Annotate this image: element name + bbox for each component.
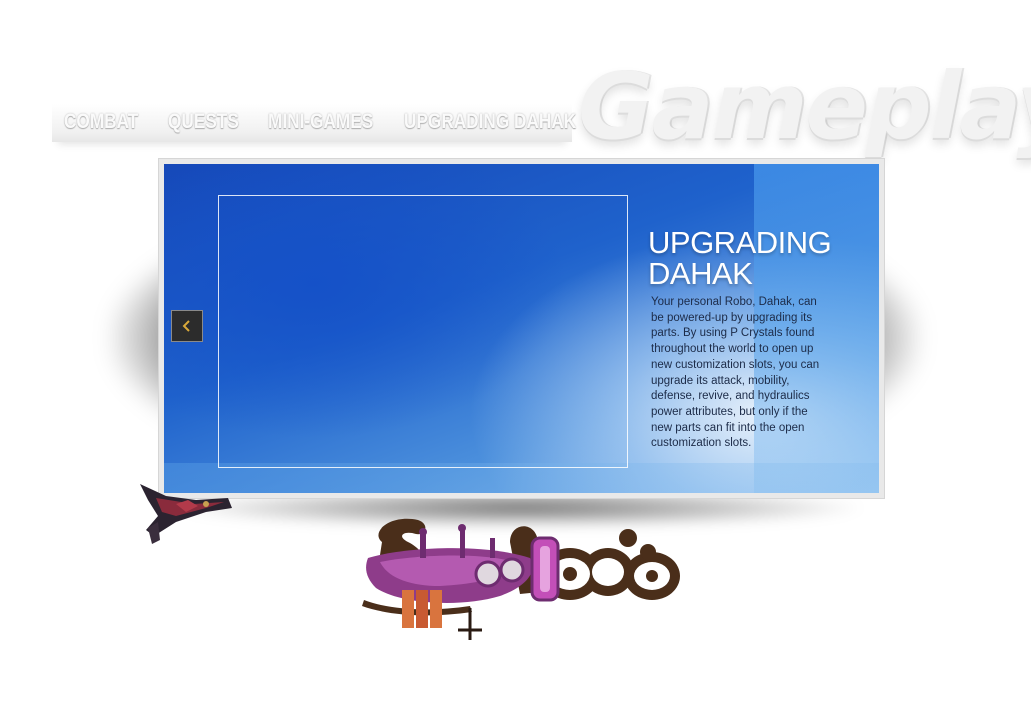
panel-content: UPGRADING DAHAK Your personal Robo, Daha… (648, 227, 848, 452)
chevron-left-icon (182, 320, 190, 332)
nav-item-combat[interactable]: COMBAT (64, 110, 138, 134)
nav-item-upgrading-dahak[interactable]: UPGRADING DAHAK (404, 110, 576, 134)
screenshot-frame[interactable] (218, 195, 628, 468)
nav-item-quests[interactable]: QUESTS (168, 110, 239, 134)
panel-description: Your personal Robo, Dahak, can be powere… (651, 296, 820, 450)
previous-button[interactable] (171, 310, 203, 342)
nav-item-mini-games[interactable]: MINI-GAMES (268, 110, 373, 134)
page-title: Gameplay (578, 53, 1031, 160)
game-logo (362, 518, 680, 640)
panel-title: UPGRADING DAHAK (648, 225, 832, 291)
panel-background: UPGRADING DAHAK Your personal Robo, Daha… (164, 164, 879, 493)
feature-panel: UPGRADING DAHAK Your personal Robo, Daha… (159, 159, 884, 498)
airship-illustration (140, 484, 232, 544)
section-nav: COMBAT QUESTS MINI-GAMES UPGRADING DAHAK (52, 104, 576, 142)
